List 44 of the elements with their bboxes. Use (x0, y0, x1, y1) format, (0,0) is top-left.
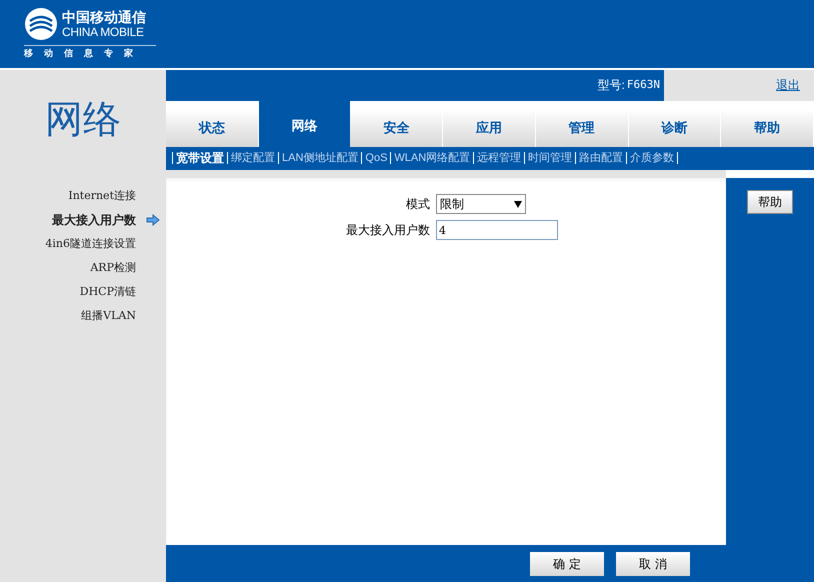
input-field[interactable]: 4 (436, 220, 558, 240)
sidebar-item[interactable]: 4in6隧道连接设置 (0, 236, 166, 252)
sidebar-label: 4in6隧道连接设置 (45, 236, 136, 252)
logo-icon (24, 7, 58, 42)
field-label: 模式 (405, 196, 431, 213)
sidebar-item[interactable]: DHCP清链 (0, 284, 166, 300)
subnav-link[interactable]: 路由配置 (575, 152, 626, 164)
subnav-link[interactable]: QoS (361, 152, 390, 164)
dropdown-icon (514, 200, 522, 208)
logo-text: CHINA MOBILE (62, 26, 145, 38)
model-label: 型号: (598, 77, 625, 94)
subnav-link[interactable]: WLAN网络配置 (390, 152, 474, 164)
form-button[interactable]: 取 消 (616, 552, 690, 576)
section-title: 网络 (45, 98, 121, 142)
field-label: 最大接入用户数 (345, 222, 431, 239)
sidebar-item[interactable]: Internet连接 (0, 188, 166, 204)
sidebar-label: 最大接入用户数 (52, 212, 136, 229)
slogan-text: 动 (44, 47, 53, 60)
subnav-link[interactable]: LAN侧地址配置 (278, 152, 362, 164)
slogan-text: 家 (124, 47, 133, 60)
form-button[interactable]: 确 定 (530, 552, 604, 576)
subnav-link[interactable]: 绑定配置 (227, 152, 278, 164)
logout-link[interactable]: 退出 (776, 76, 800, 94)
subnav-link[interactable]: 介质参数 (626, 152, 678, 164)
slogan-text: 移 (24, 47, 33, 60)
sidebar-label: Internet连接 (68, 188, 136, 204)
subnav-link[interactable]: 远程管理 (473, 152, 524, 164)
sidebar-item[interactable]: 最大接入用户数 (0, 212, 166, 228)
sidebar-label: ARP检测 (90, 260, 136, 276)
slogan-text: 信 (64, 47, 73, 60)
sidebar-label: DHCP清链 (80, 284, 136, 300)
sidebar-item[interactable]: 组播VLAN (0, 308, 166, 324)
slogan-text: 专 (104, 47, 113, 60)
sidebar-label: 组播VLAN (81, 308, 136, 324)
help-button[interactable]: 帮助 (747, 190, 793, 214)
nav-tab[interactable]: 网络 (258, 100, 350, 147)
arrow-icon (146, 214, 160, 226)
mode-select[interactable]: 限制 (436, 194, 526, 214)
model-value: F663N (626, 77, 660, 94)
subnav-link[interactable]: 时间管理 (524, 152, 576, 164)
subnav-link[interactable]: 宽带设置 (172, 152, 227, 164)
slogan-text: 息 (84, 47, 93, 60)
sidebar-item[interactable]: ARP检测 (0, 260, 166, 276)
logo-text: 中国移动通信 (62, 10, 146, 24)
